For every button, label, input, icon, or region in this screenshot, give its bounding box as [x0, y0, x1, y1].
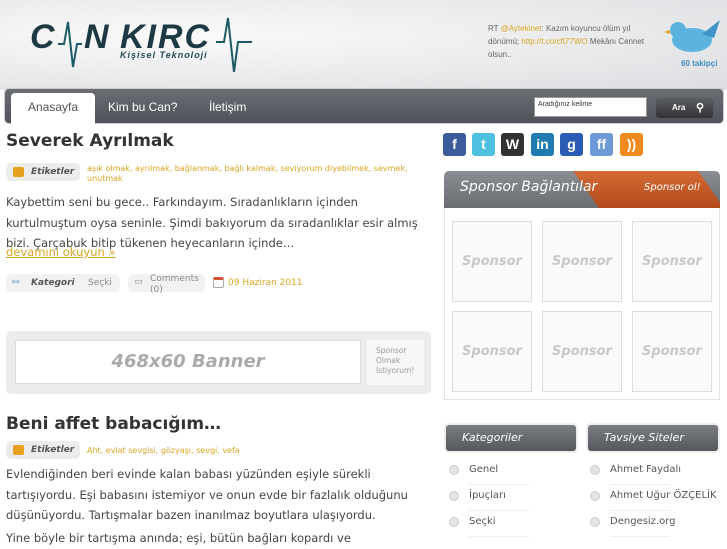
friendfeed-icon[interactable]: ff	[590, 133, 613, 156]
sponsor-slot[interactable]: Sponsor	[632, 311, 712, 392]
latest-tweet: RT @Aytekinet: Kazım koyuncu ölüm yıl dö…	[488, 24, 645, 59]
categories-header: Kategoriler	[444, 423, 578, 453]
tag-icon	[13, 167, 24, 177]
post-excerpt-continued: Yine böyle bir tartışma anında; eşi, büt…	[6, 531, 351, 545]
rss-icon[interactable]: ))	[620, 133, 643, 156]
divider	[469, 536, 529, 537]
tags-label: Etiketler	[6, 163, 80, 181]
logo-subtitle: Kişisel Teknoloji	[120, 50, 208, 60]
divider	[610, 510, 670, 511]
post-excerpt: Evlendiğinden beri evinde kalan babası y…	[6, 467, 408, 522]
post-title[interactable]: Beni affet babacığım…	[6, 414, 221, 434]
category-item[interactable]: İpuçları	[449, 490, 506, 501]
search-icon: ⚲	[695, 102, 704, 114]
read-more-link[interactable]: devamını okuyun »	[6, 245, 115, 259]
site-logo[interactable]: C N KIRC Kişisel Teknoloji	[30, 12, 260, 72]
google-icon[interactable]: g	[560, 133, 583, 156]
sponsor-slot[interactable]: Sponsor	[452, 311, 532, 392]
tweet-mention[interactable]: @Aytekinet	[501, 24, 542, 33]
link-item[interactable]: Ahmet Uğur ÖZÇELİK	[590, 490, 717, 501]
wordpress-icon[interactable]: W	[501, 133, 524, 156]
links-header: Tavsiye Siteler	[586, 423, 720, 453]
tab-kim-bu-can[interactable]: Kim bu Can?	[95, 93, 190, 125]
header: C N KIRC Kişisel Teknoloji RT @Aytekinet…	[0, 0, 727, 90]
bullet-arrow-icon	[449, 517, 459, 527]
link-item[interactable]: Ahmet Faydalı	[590, 464, 681, 475]
category-item[interactable]: Seçki	[449, 516, 496, 527]
divider	[610, 484, 670, 485]
sponsor-slot[interactable]: Sponsor	[542, 311, 622, 392]
bullet-arrow-icon	[449, 491, 459, 501]
bullet-arrow-icon	[449, 465, 459, 475]
sponsor-slot[interactable]: Sponsor	[542, 221, 622, 302]
divider	[469, 510, 529, 511]
post-tags[interactable]: aşık olmak, ayrılmak, bağlanmak, bağlı k…	[87, 164, 427, 184]
tab-iletisim[interactable]: İletişim	[196, 93, 259, 125]
post-category: ⚯ Kategori Seçki	[6, 274, 120, 292]
category-link[interactable]: Seçki	[88, 274, 112, 292]
comments-link[interactable]: ▭ Comments (0)	[128, 274, 205, 295]
search-input[interactable]: Aradığınız kelime	[534, 97, 647, 117]
bullet-arrow-icon	[590, 517, 600, 527]
post-title[interactable]: Severek Ayrılmak	[6, 131, 174, 151]
bullet-arrow-icon	[590, 465, 600, 475]
become-sponsor-link[interactable]: Sponsor Olmak İstiyorum!	[367, 340, 424, 385]
tab-anasayfa[interactable]: Anasayfa	[11, 93, 95, 125]
link-item[interactable]: Dengesiz.org	[590, 516, 676, 527]
tags-label: Etiketler	[6, 441, 80, 459]
category-item[interactable]: Genel	[449, 464, 498, 475]
twitter-bird-icon[interactable]	[664, 16, 722, 56]
calendar-icon	[213, 277, 224, 288]
search-button[interactable]: Ara ⚲	[656, 98, 713, 118]
comment-icon: ▭	[134, 277, 143, 287]
divider	[610, 536, 670, 537]
bullet-arrow-icon	[590, 491, 600, 501]
main-nav: Anasayfa Kim bu Can? İletişim Aradığınız…	[4, 88, 724, 125]
post-date: 09 Haziran 2011	[228, 278, 303, 288]
post-tags[interactable]: Aht, evlat sevgisi, gözyaşı, sevgi, vefa	[87, 446, 427, 456]
sponsor-cta-link[interactable]: Sponsor ol!	[644, 182, 701, 193]
banner-ad[interactable]: 468x60 Banner Sponsor Olmak İstiyorum!	[6, 331, 431, 394]
sponsor-slot[interactable]: Sponsor	[632, 221, 712, 302]
tag-icon	[13, 445, 24, 455]
tweet-link[interactable]: http://t.co/cft77WO	[521, 37, 587, 46]
divider	[469, 484, 529, 485]
sponsor-header: Sponsor Bağlantılar Sponsor ol!	[444, 171, 720, 208]
category-icon: ⚯	[12, 278, 20, 288]
facebook-icon[interactable]: f	[443, 133, 466, 156]
followers-count[interactable]: 60 takipçi	[681, 59, 717, 68]
sponsor-slot[interactable]: Sponsor	[452, 221, 532, 302]
linkedin-icon[interactable]: in	[531, 133, 554, 156]
twitter-icon[interactable]: t	[472, 133, 495, 156]
